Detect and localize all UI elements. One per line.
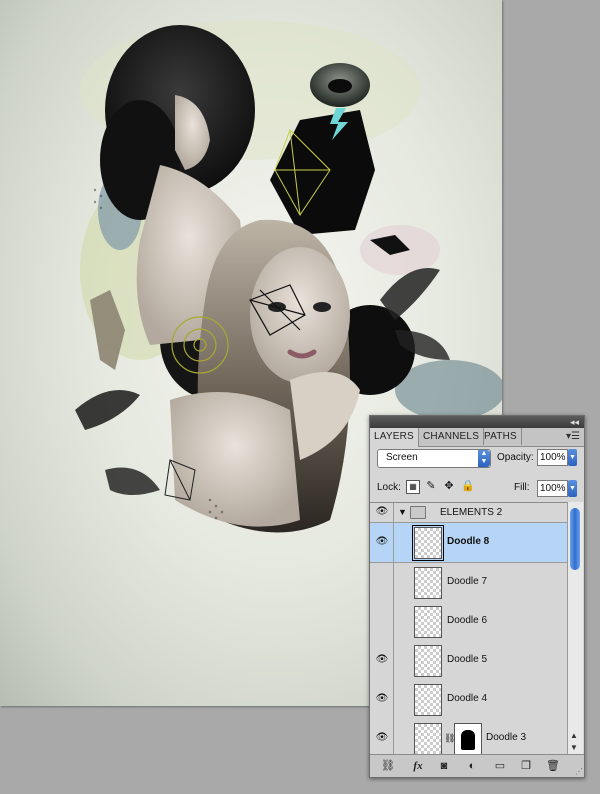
leaf-left-2 (105, 467, 160, 495)
layer-list: 👁 ▼ ELEMENTS 2 👁 Doodle 8 Doodle 7 Doodl… (370, 502, 567, 755)
link-icon[interactable]: ⛓ (380, 759, 396, 773)
eye-visibility-icon[interactable]: 👁 (375, 506, 389, 520)
eye-visibility-icon[interactable]: 👁 (375, 732, 389, 746)
scroll-up-arrow-icon[interactable]: ▲ (570, 731, 578, 740)
layer-name: Doodle 4 (447, 693, 488, 704)
mask-icon[interactable]: ◙ (436, 759, 452, 773)
panel-bottom-toolbar: ⛓ fx ◙ ◐ ▭ ❐ 🗑 ⋰ (370, 754, 584, 777)
layer-thumbnail (414, 645, 442, 677)
layer-thumbnail (414, 606, 442, 638)
layer-name: Doodle 7 (447, 576, 488, 587)
tab-paths[interactable]: PATHS (480, 428, 522, 445)
blend-mode-select[interactable]: Screen ▲ ▼ (377, 449, 491, 468)
layer-thumbnail (414, 723, 442, 755)
layer-row-doodle-7[interactable]: Doodle 7 (370, 563, 567, 603)
scroll-down-arrow-icon[interactable]: ▼ (570, 743, 578, 752)
lock-position-move-icon[interactable]: ✥ (443, 480, 455, 492)
lock-pixels-brush-icon[interactable]: ✎ (425, 480, 437, 492)
new-layer-icon[interactable]: ❐ (518, 759, 534, 773)
eye-visibility-icon[interactable] (375, 615, 389, 629)
opacity-label: Opacity: (497, 452, 534, 463)
eye-visibility-icon[interactable]: 👁 (375, 693, 389, 707)
collapse-panel-icon[interactable]: ◂◂ (570, 416, 579, 428)
layer-row-doodle-4[interactable]: 👁 Doodle 4 (370, 680, 567, 720)
fx-icon[interactable]: fx (410, 759, 426, 773)
fill-dropdown-icon[interactable]: ▼ (568, 480, 577, 497)
tab-layers[interactable]: LAYERS (370, 428, 419, 447)
layer-group-row[interactable]: 👁 ▼ ELEMENTS 2 (370, 503, 567, 523)
layer-row-doodle-8[interactable]: 👁 Doodle 8 (370, 523, 567, 563)
opacity-input[interactable]: 100% (537, 449, 568, 466)
folder-icon (410, 506, 426, 519)
lock-all-padlock-icon[interactable]: 🔒 (461, 480, 475, 492)
expand-triangle-icon[interactable]: ▼ (398, 507, 407, 517)
eye-visibility-icon[interactable]: 👁 (375, 654, 389, 668)
eye-visibility-icon[interactable]: 👁 (375, 536, 389, 550)
leaf-left-1 (75, 390, 140, 430)
blend-mode-value: Screen (386, 452, 418, 463)
layer-thumbnail (414, 684, 442, 716)
layer-name: Doodle 6 (447, 615, 488, 626)
woman-front-arm (170, 392, 300, 527)
group-name: ELEMENTS 2 (440, 507, 503, 518)
fill-label: Fill: (514, 482, 530, 493)
woman-front-face (250, 247, 350, 383)
layer-name: Doodle 3 (486, 732, 527, 743)
layer-name: Doodle 8 (447, 536, 490, 547)
group-folder-icon[interactable]: ▭ (492, 759, 508, 773)
panel-menu-icon[interactable]: ▾☰ (566, 431, 580, 442)
blend-row: Screen ▲ ▼ Opacity: 100% ▼ (370, 449, 584, 471)
panel-titlebar[interactable]: ◂◂ (370, 416, 584, 428)
trash-icon[interactable]: 🗑 (545, 759, 561, 773)
layer-mask-thumbnail[interactable] (454, 723, 482, 755)
layer-thumbnail (414, 567, 442, 599)
fill-input[interactable]: 100% (537, 480, 568, 497)
adjustment-icon[interactable]: ◐ (464, 759, 480, 773)
stain-teal (395, 360, 502, 420)
panel-tabs: LAYERS CHANNELS PATHS ▾☰ (370, 428, 584, 447)
lock-transparency-icon[interactable]: ▦ (406, 480, 420, 494)
layers-panel: ◂◂ LAYERS CHANNELS PATHS ▾☰ Screen ▲ ▼ Op… (369, 415, 585, 778)
layer-list-scrollbar[interactable]: ▲ ▼ (567, 502, 583, 754)
layer-thumbnail (412, 525, 444, 561)
blend-mode-arrows-icon[interactable]: ▲ ▼ (478, 450, 490, 467)
layer-row-doodle-6[interactable]: Doodle 6 (370, 602, 567, 642)
layer-row-doodle-3[interactable]: 👁 ⛓ Doodle 3 (370, 719, 567, 755)
opacity-dropdown-icon[interactable]: ▼ (568, 449, 577, 466)
layer-row-doodle-5[interactable]: 👁 Doodle 5 (370, 641, 567, 681)
resize-grip-icon[interactable]: ⋰ (575, 767, 583, 776)
lock-row: Lock: ▦ ✎ ✥ 🔒 Fill: 100% ▼ (370, 478, 584, 498)
layer-name: Doodle 5 (447, 654, 488, 665)
tab-channels[interactable]: CHANNELS (419, 428, 485, 445)
scrollbar-thumb[interactable] (570, 508, 580, 570)
eye-visibility-icon[interactable] (375, 576, 389, 590)
lock-label: Lock: (377, 482, 401, 493)
